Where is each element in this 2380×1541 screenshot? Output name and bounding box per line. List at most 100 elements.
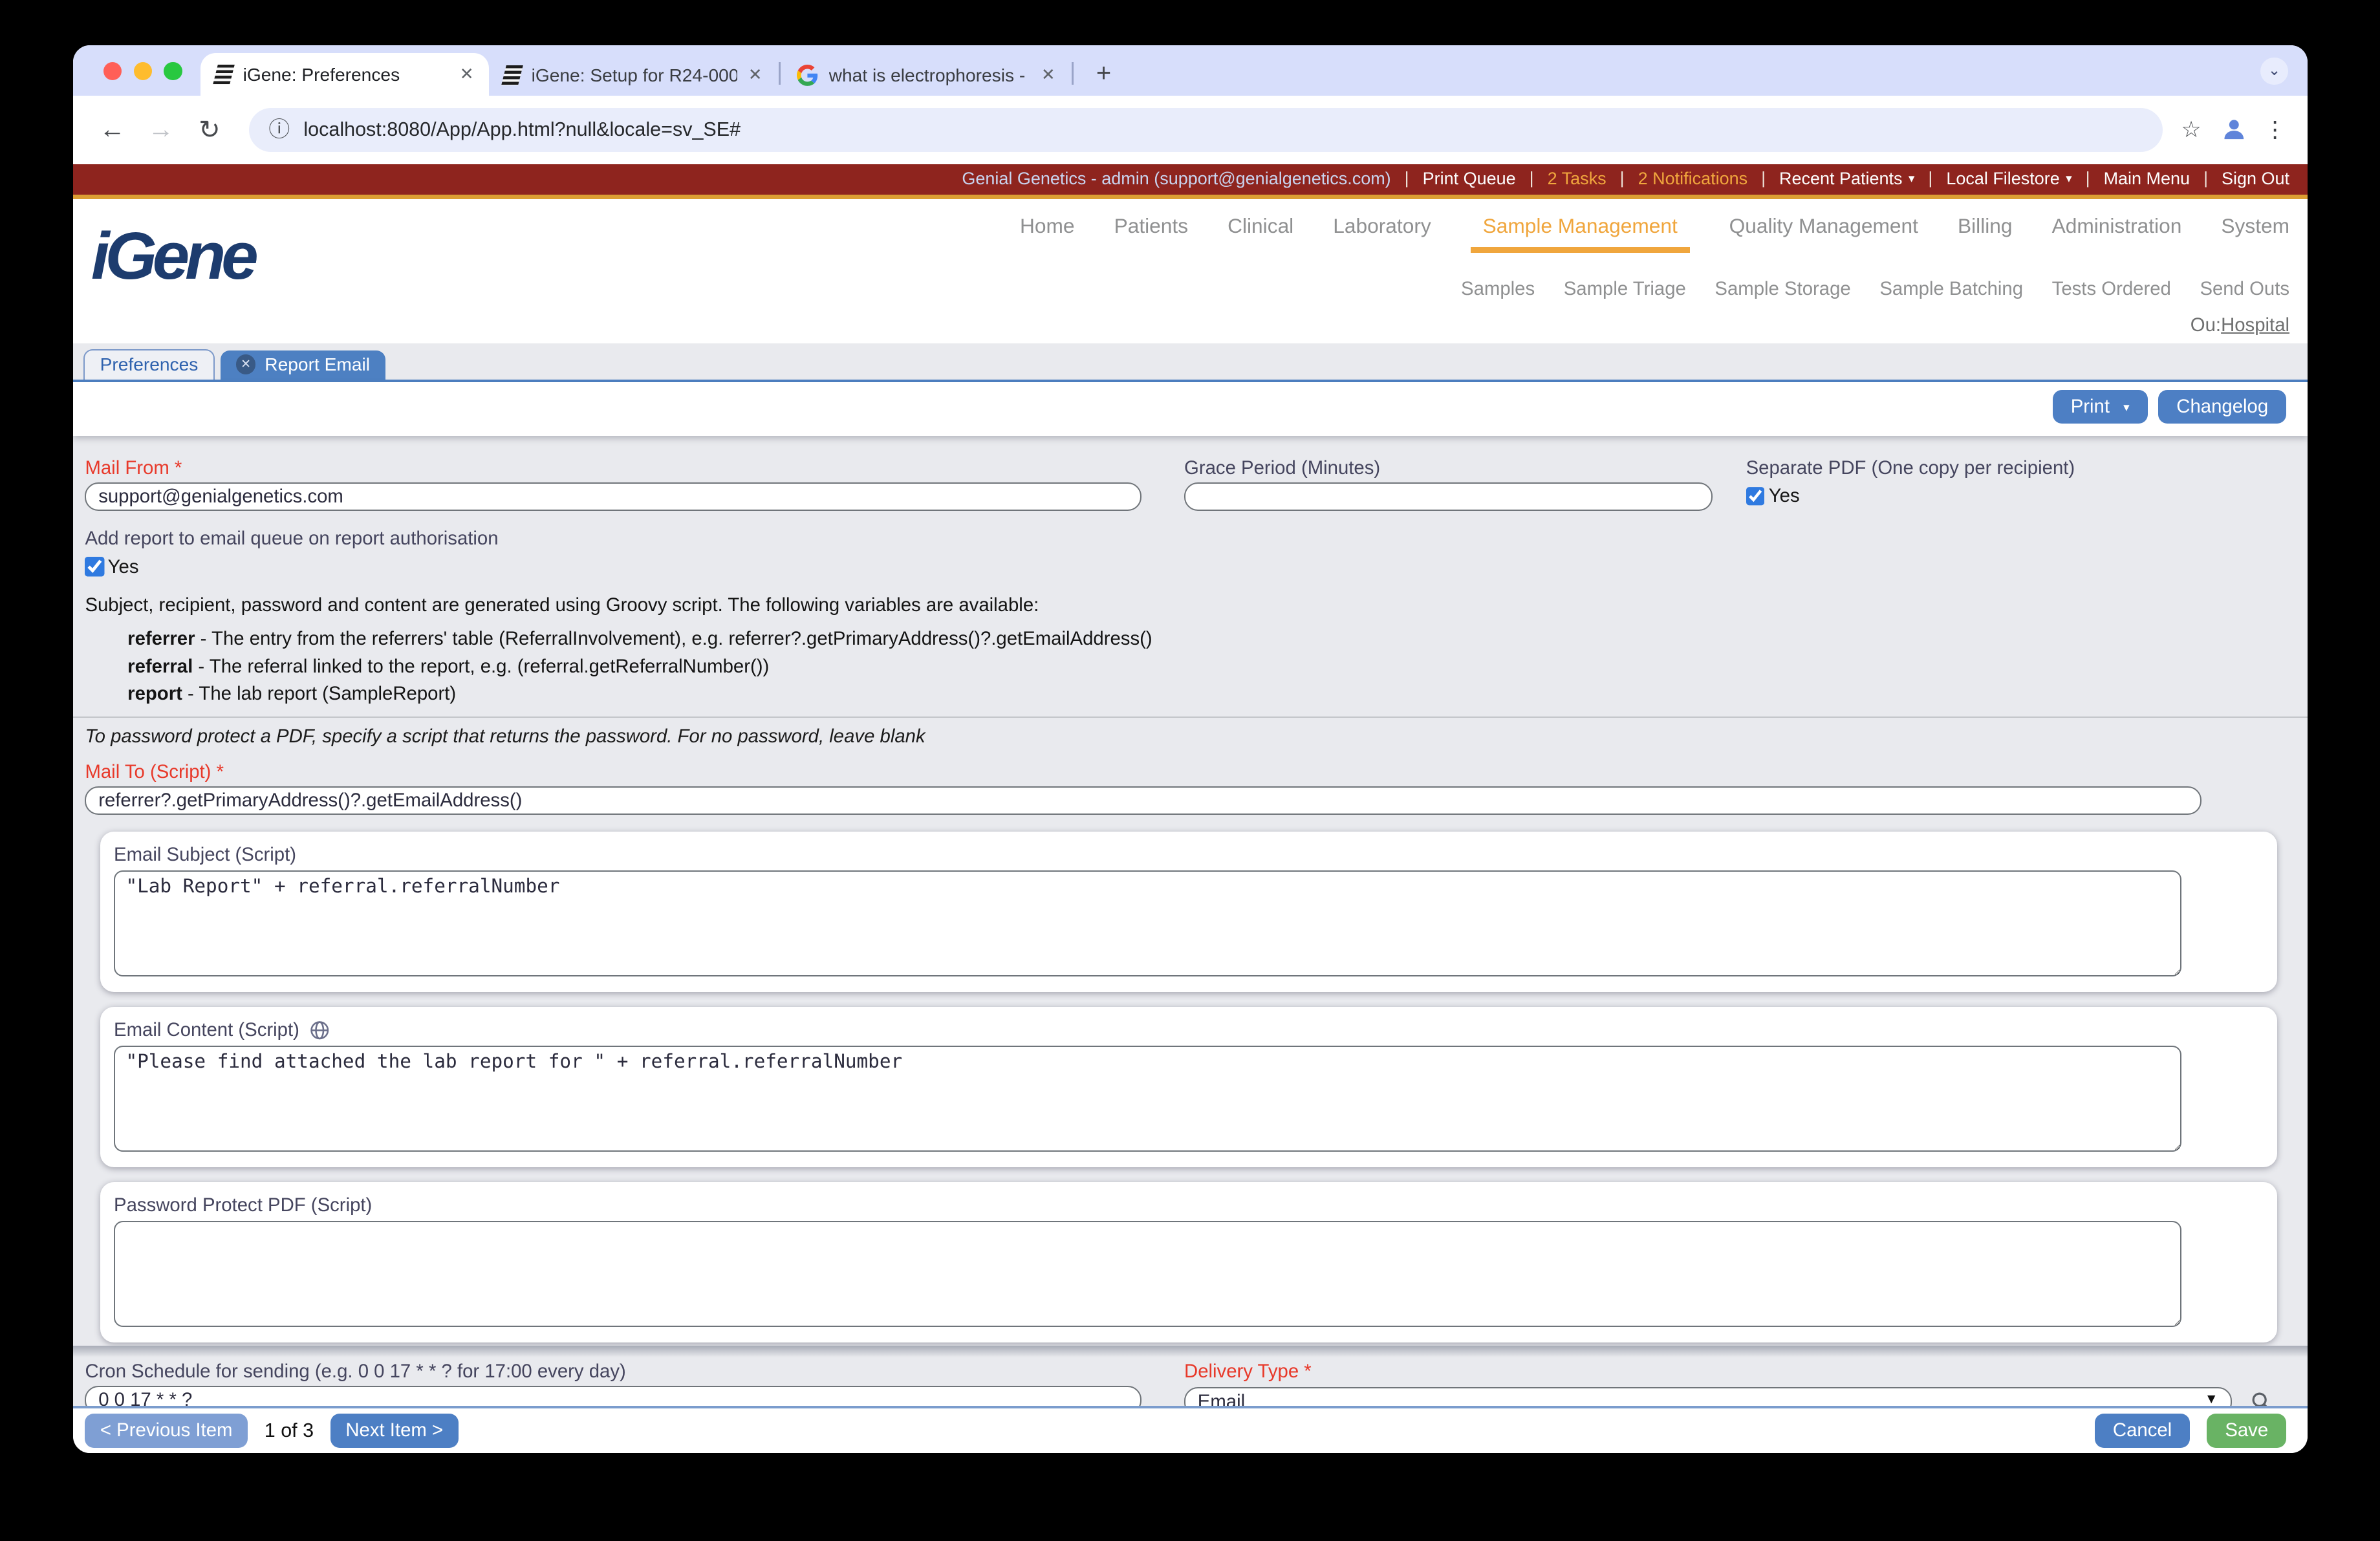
print-button[interactable]: Print ▾ xyxy=(2052,389,2148,424)
screen: iGene: Preferences ✕ iGene: Setup for R2… xyxy=(0,0,2380,1541)
subnav-sample-batching[interactable]: Sample Batching xyxy=(1879,278,2023,300)
next-item-button[interactable]: Next Item > xyxy=(330,1413,459,1448)
section-divider xyxy=(72,717,2308,718)
caret-down-icon: ▾ xyxy=(2123,400,2130,414)
address-bar[interactable]: ⓘ localhost:8080/App/App.html?null&local… xyxy=(248,107,2163,152)
close-window-button[interactable] xyxy=(103,62,122,81)
ou-hospital-link[interactable]: Hospital xyxy=(2221,314,2289,336)
local-filestore-menu[interactable]: Local Filestore ▾ xyxy=(1946,169,2072,189)
report-email-form: Mail From * Grace Period (Minutes) Separ… xyxy=(72,436,2308,1406)
logged-in-user: Genial Genetics - admin (support@genialg… xyxy=(962,168,1391,188)
nav-laboratory[interactable]: Laboratory xyxy=(1333,214,1431,248)
separate-pdf-checkbox[interactable] xyxy=(1746,486,1766,506)
password-protect-textarea[interactable] xyxy=(114,1221,2182,1328)
mail-from-input[interactable] xyxy=(85,482,1142,512)
tab-close-icon[interactable]: ✕ xyxy=(1041,65,1055,85)
main-nav: Home Patients Clinical Laboratory Sample… xyxy=(1020,214,2289,253)
app-header: iGene Home Patients Clinical Laboratory … xyxy=(72,199,2308,343)
tab-close-icon[interactable]: ✕ xyxy=(748,65,763,85)
subnav-samples[interactable]: Samples xyxy=(1461,278,1535,300)
main-menu-link[interactable]: Main Menu xyxy=(2104,169,2191,189)
close-tab-icon[interactable]: ✕ xyxy=(235,354,256,374)
sub-nav: Samples Sample Triage Sample Storage Sam… xyxy=(1461,278,2289,300)
password-protect-card: Password Protect PDF (Script) xyxy=(100,1182,2278,1342)
search-icon[interactable] xyxy=(2250,1390,2273,1406)
caret-down-icon: ▾ xyxy=(1908,171,1915,186)
mail-to-label: Mail To (Script) * xyxy=(85,761,224,783)
add-to-queue-checkbox[interactable] xyxy=(85,557,105,577)
sign-out-link[interactable]: Sign Out xyxy=(2222,169,2289,189)
site-info-icon[interactable]: ⓘ xyxy=(268,118,290,140)
caret-down-icon: ▾ xyxy=(2066,171,2072,186)
previous-item-button[interactable]: < Previous Item xyxy=(85,1413,248,1448)
recent-patients-menu[interactable]: Recent Patients ▾ xyxy=(1779,169,1914,189)
email-content-textarea[interactable]: "Please find attached the lab report for… xyxy=(114,1046,2182,1152)
bookmark-star-icon[interactable]: ☆ xyxy=(2181,116,2202,143)
email-subject-textarea[interactable]: "Lab Report" + referral.referralNumber xyxy=(114,870,2182,977)
print-queue-link[interactable]: Print Queue xyxy=(1423,169,1516,189)
browser-tab-active[interactable]: iGene: Preferences ✕ xyxy=(200,53,489,96)
organisation-unit: Ou:Hospital xyxy=(2190,314,2290,336)
notifications-link[interactable]: 2 Notifications xyxy=(1638,169,1747,189)
grace-period-input[interactable] xyxy=(1184,482,1713,512)
cancel-button[interactable]: Cancel xyxy=(2094,1413,2191,1448)
zoom-window-button[interactable] xyxy=(164,62,182,81)
grace-period-label: Grace Period (Minutes) xyxy=(1184,457,1381,479)
separator: | xyxy=(1928,169,1933,188)
browser-menu-kebab-icon[interactable]: ⋮ xyxy=(2264,116,2286,143)
tab-divider xyxy=(1072,62,1074,85)
tab-title: iGene: Preferences xyxy=(243,63,400,85)
variable-report: report - The lab report (SampleReport) xyxy=(127,682,457,704)
window-controls xyxy=(103,62,182,81)
email-content-label: Email Content (Script) xyxy=(114,1019,299,1041)
forward-icon[interactable]: → xyxy=(140,115,182,144)
nav-administration[interactable]: Administration xyxy=(2052,214,2182,248)
url-text[interactable]: localhost:8080/App/App.html?null&locale=… xyxy=(303,118,741,141)
delivery-type-select[interactable]: Email xyxy=(1184,1386,2232,1406)
save-button[interactable]: Save xyxy=(2207,1413,2287,1448)
nav-sample-management[interactable]: Sample Management xyxy=(1470,214,1690,253)
browser-tab-3[interactable]: what is electrophoresis - Goog ✕ xyxy=(782,55,1070,96)
add-to-queue-label: Add report to email queue on report auth… xyxy=(85,528,499,550)
globe-icon xyxy=(310,1020,330,1040)
mail-from-label: Mail From * xyxy=(85,457,182,479)
nav-quality-management[interactable]: Quality Management xyxy=(1729,214,1918,248)
subnav-sample-storage[interactable]: Sample Storage xyxy=(1715,278,1850,300)
separator: | xyxy=(2085,169,2090,188)
browser-tabs: iGene: Preferences ✕ iGene: Setup for R2… xyxy=(200,45,1111,96)
browser-tab-2[interactable]: iGene: Setup for R24-000F ✕ xyxy=(489,55,777,96)
nav-billing[interactable]: Billing xyxy=(1958,214,2013,248)
tab-report-email[interactable]: ✕ Report Email xyxy=(221,350,385,380)
nav-home[interactable]: Home xyxy=(1020,214,1075,248)
groovy-intro-text: Subject, recipient, password and content… xyxy=(85,594,1039,616)
tab-close-icon[interactable]: ✕ xyxy=(460,65,474,84)
igene-favicon xyxy=(501,65,523,85)
minimize-window-button[interactable] xyxy=(133,62,152,81)
nav-patients[interactable]: Patients xyxy=(1114,214,1189,248)
subnav-sample-triage[interactable]: Sample Triage xyxy=(1564,278,1686,300)
scroll-shadow xyxy=(72,1345,2308,1358)
add-to-queue-yes-label: Yes xyxy=(107,555,139,577)
tab-preferences[interactable]: Preferences xyxy=(83,349,215,380)
nav-system[interactable]: System xyxy=(2221,214,2289,248)
new-tab-button[interactable]: + xyxy=(1096,59,1111,88)
reload-icon[interactable]: ↻ xyxy=(188,115,231,145)
groovy-variables: referrer - The entry from the referrers'… xyxy=(127,625,2286,707)
changelog-button[interactable]: Changelog xyxy=(2158,389,2287,424)
mail-to-input[interactable] xyxy=(85,786,2202,815)
back-icon[interactable]: ← xyxy=(91,115,134,144)
igene-logo: iGene xyxy=(91,218,259,294)
nav-clinical[interactable]: Clinical xyxy=(1228,214,1293,248)
cron-schedule-input[interactable] xyxy=(85,1385,1142,1406)
browser-window: iGene: Preferences ✕ iGene: Setup for R2… xyxy=(72,45,2308,1453)
cron-schedule-label: Cron Schedule for sending (e.g. 0 0 17 *… xyxy=(85,1361,626,1383)
action-strip: Print ▾ Changelog xyxy=(72,382,2308,436)
subnav-send-outs[interactable]: Send Outs xyxy=(2200,278,2289,300)
subnav-tests-ordered[interactable]: Tests Ordered xyxy=(2052,278,2171,300)
tab-search-chevron-icon[interactable]: ⌄ xyxy=(2260,58,2288,85)
separator: | xyxy=(1619,169,1625,188)
tasks-link[interactable]: 2 Tasks xyxy=(1548,169,1606,189)
variable-referral: referral - The referral linked to the re… xyxy=(127,655,770,677)
delivery-type-label: Delivery Type * xyxy=(1184,1361,1312,1383)
profile-avatar-icon[interactable] xyxy=(2220,115,2249,144)
